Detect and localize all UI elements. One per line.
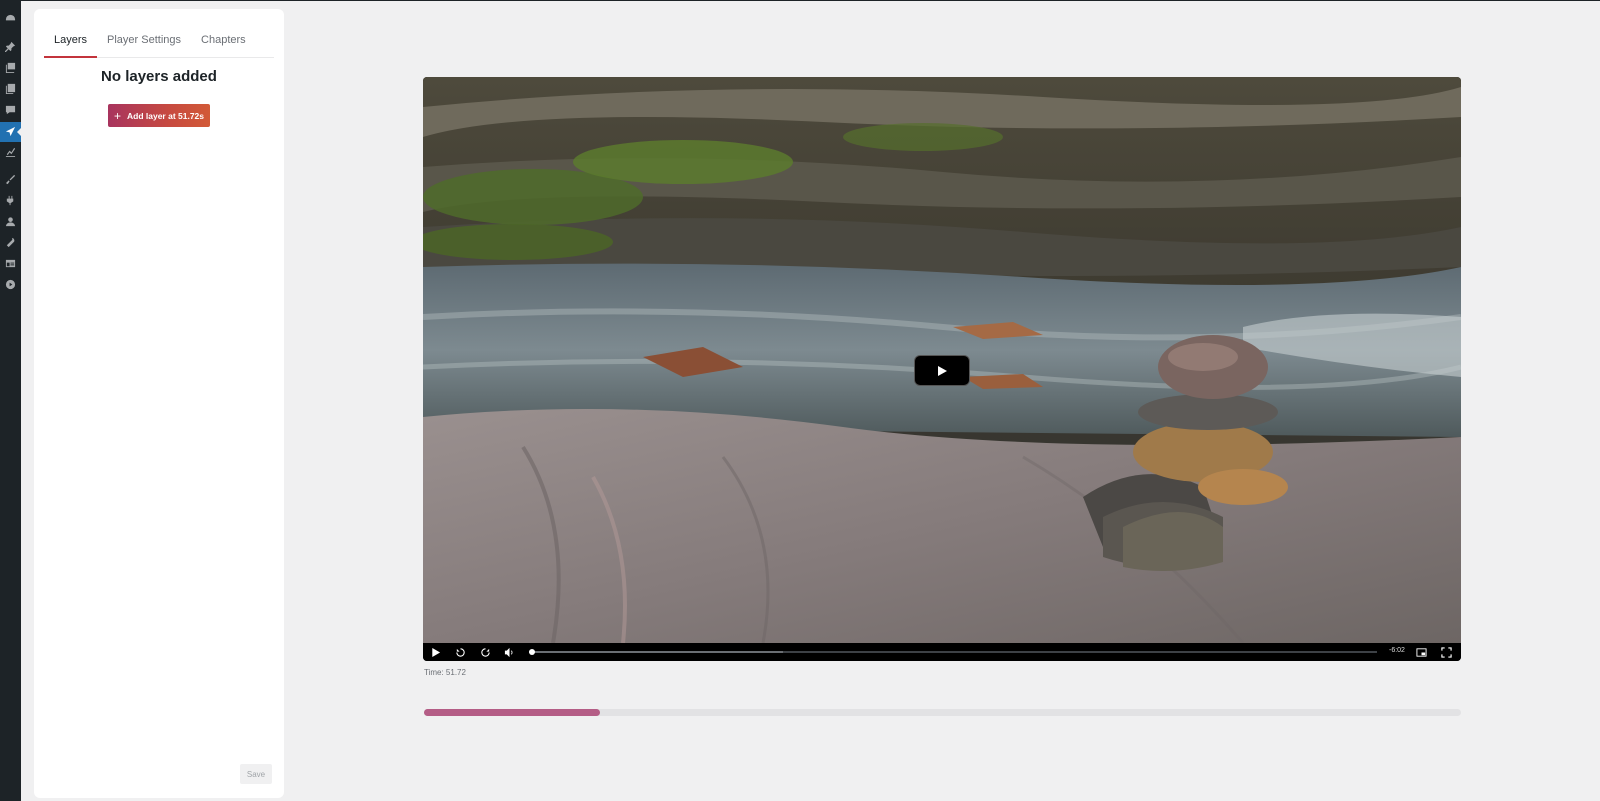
volume-icon[interactable] [503, 646, 516, 658]
big-play-button[interactable] [914, 355, 970, 386]
tools-icon[interactable] [4, 236, 17, 249]
save-button[interactable]: Save [240, 764, 272, 784]
pages-icon[interactable] [4, 82, 17, 95]
users-icon[interactable] [4, 215, 17, 228]
settings-icon[interactable] [4, 257, 17, 270]
tab-layers[interactable]: Layers [44, 23, 98, 58]
add-layer-label: Add layer at 51.72s [127, 110, 205, 121]
rewind-10-icon[interactable] [454, 646, 467, 658]
plugins-icon[interactable] [4, 194, 17, 207]
pin-icon[interactable] [4, 40, 17, 53]
video-player[interactable]: -6:02 [423, 77, 1461, 661]
layer-timeline[interactable] [424, 709, 1461, 716]
play-icon [938, 365, 947, 376]
dashboard-icon[interactable] [4, 12, 17, 25]
tab-player-settings[interactable]: Player Settings [97, 23, 191, 58]
sidebar-item-active[interactable] [0, 122, 21, 142]
progress-knob[interactable] [529, 649, 535, 655]
pip-icon[interactable] [1415, 646, 1428, 658]
send-icon[interactable] [4, 125, 17, 138]
media-icon[interactable] [4, 61, 17, 74]
play-icon[interactable] [429, 646, 442, 658]
layers-panel: Layers Player Settings Chapters No layer… [34, 9, 284, 798]
player-controls: -6:02 [423, 643, 1461, 661]
forward-10-icon[interactable] [479, 646, 492, 658]
buffer-bar [529, 651, 784, 653]
tab-chapters[interactable]: Chapters [191, 23, 256, 58]
add-layer-button[interactable]: + Add layer at 51.72s [108, 104, 210, 127]
active-notch [17, 128, 21, 136]
time-remaining: -6:02 [1389, 647, 1405, 654]
timeline-progress [424, 709, 601, 716]
panel-tabs: Layers Player Settings Chapters [44, 23, 274, 58]
current-time-label: Time: 51.72 [424, 668, 466, 677]
plus-icon: + [113, 108, 121, 123]
brush-icon[interactable] [4, 173, 17, 186]
comments-icon[interactable] [4, 103, 17, 116]
top-border [21, 0, 1600, 1]
video-progress-bar[interactable] [529, 649, 1377, 655]
chart-icon[interactable] [4, 145, 17, 158]
empty-state-title: No layers added [101, 68, 217, 85]
fullscreen-icon[interactable] [1440, 646, 1453, 658]
admin-sidebar [0, 0, 21, 801]
play-circle-icon[interactable] [4, 278, 17, 291]
